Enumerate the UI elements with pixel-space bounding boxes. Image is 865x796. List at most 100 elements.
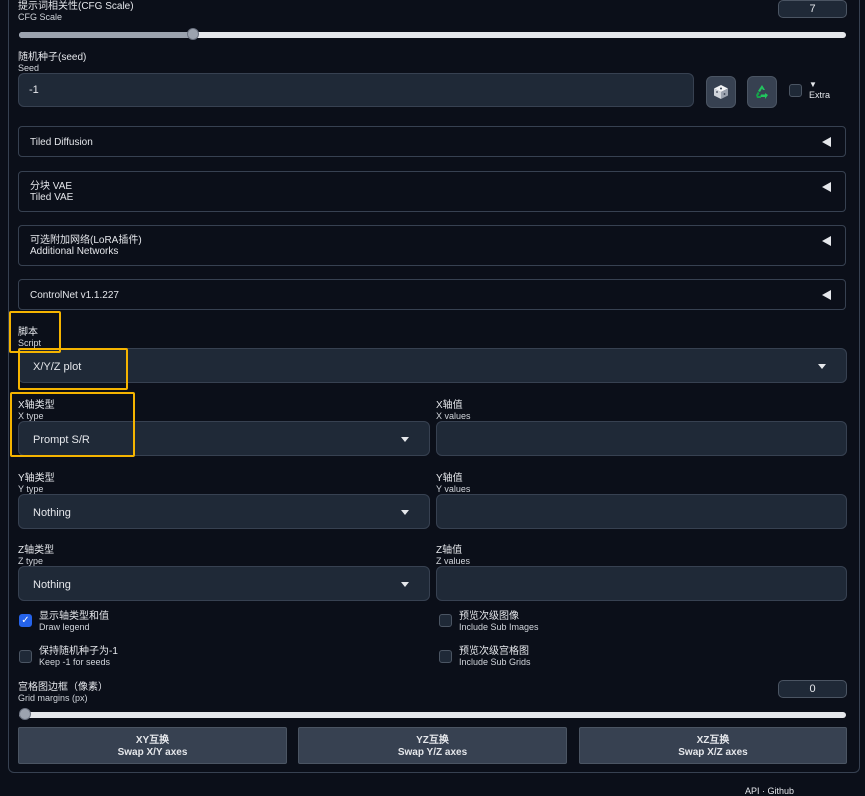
- z-values-label-zh: Z轴值: [436, 545, 463, 556]
- addnet-en: Additional Networks: [30, 246, 119, 257]
- grid-margins-label: 宫格图边框（像素） Grid margins (px): [18, 682, 108, 704]
- y-values-input[interactable]: [436, 494, 847, 529]
- draw-legend-zh: 显示轴类型和值: [39, 611, 109, 622]
- z-type-label-zh: Z轴类型: [18, 545, 55, 556]
- grid-margins-number[interactable]: 0: [778, 680, 847, 698]
- cfg-scale-number[interactable]: 7: [778, 0, 847, 18]
- include-sub-grids-zh: 预览次级宫格图: [459, 646, 529, 657]
- y-type-value: Nothing: [33, 507, 71, 519]
- grid-margins-label-zh: 宫格图边框（像素）: [18, 682, 108, 693]
- addnet-zh: 可选附加网络(LoRA插件): [30, 235, 142, 246]
- accordion-controlnet[interactable]: ControlNet v1.1.227: [18, 279, 846, 310]
- include-sub-images-en: Include Sub Images: [459, 622, 539, 632]
- script-label-zh: 脚本: [18, 327, 38, 338]
- include-sub-grids-en: Include Sub Grids: [459, 657, 531, 667]
- y-values-label: Y轴值 Y values: [436, 473, 471, 495]
- extra-seed-checkbox[interactable]: [789, 84, 802, 97]
- x-type-label: X轴类型 X type: [18, 400, 55, 422]
- keep-seeds-zh: 保持随机种子为-1: [39, 646, 118, 657]
- z-values-input[interactable]: [436, 566, 847, 601]
- draw-legend-label: 显示轴类型和值 Draw legend: [39, 611, 109, 633]
- collapse-arrow-icon: [822, 137, 831, 147]
- script-dropdown[interactable]: X/Y/Z plot: [18, 348, 847, 383]
- x-type-label-en: X type: [18, 411, 44, 421]
- y-type-label-en: Y type: [18, 484, 44, 494]
- y-type-label: Y轴类型 Y type: [18, 473, 55, 495]
- x-values-input[interactable]: [436, 421, 847, 456]
- y-type-label-zh: Y轴类型: [18, 473, 55, 484]
- draw-legend-checkbox[interactable]: ✓: [19, 614, 32, 627]
- z-type-value: Nothing: [33, 579, 71, 591]
- include-sub-images-zh: 预览次级图像: [459, 611, 519, 622]
- grid-margins-label-en: Grid margins (px): [18, 693, 88, 703]
- accordion-addnet-title: 可选附加网络(LoRA插件) Additional Networks: [30, 235, 142, 257]
- z-values-label-en: Z values: [436, 556, 471, 566]
- caret-down-icon: ▼: [809, 80, 817, 89]
- accordion-tiled-vae[interactable]: 分块 VAE Tiled VAE: [18, 171, 846, 212]
- keep-seeds-checkbox[interactable]: [19, 650, 32, 663]
- accordion-controlnet-title: ControlNet v1.1.227: [30, 290, 119, 301]
- script-label: 脚本 Script: [18, 327, 42, 349]
- x-values-label-zh: X轴值: [436, 400, 463, 411]
- accordion-tiled-vae-title: 分块 VAE Tiled VAE: [30, 181, 73, 203]
- y-type-dropdown[interactable]: Nothing: [18, 494, 430, 529]
- accordion-additional-networks[interactable]: 可选附加网络(LoRA插件) Additional Networks: [18, 225, 846, 266]
- include-sub-grids-checkbox[interactable]: [439, 650, 452, 663]
- dice-icon: [714, 85, 728, 99]
- seed-label-en: Seed: [18, 63, 40, 73]
- grid-margins-slider[interactable]: [19, 708, 846, 720]
- cfg-scale-label-zh: 提示词相关性(CFG Scale): [18, 1, 134, 12]
- random-seed-button[interactable]: [706, 76, 736, 108]
- cfg-slider-thumb[interactable]: [187, 28, 199, 40]
- x-values-label: X轴值 X values: [436, 400, 471, 422]
- z-type-label: Z轴类型 Z type: [18, 545, 55, 567]
- swap-xz-button[interactable]: XZ互换 Swap X/Z axes: [579, 727, 847, 764]
- grid-margins-slider-thumb[interactable]: [19, 708, 31, 720]
- swap-xy-en: Swap X/Y axes: [117, 747, 188, 758]
- collapse-arrow-icon: [822, 236, 831, 246]
- collapse-arrow-icon: [822, 290, 831, 300]
- swap-yz-button[interactable]: YZ互换 Swap Y/Z axes: [298, 727, 567, 764]
- seed-label: 随机种子(seed) Seed: [18, 52, 87, 74]
- z-type-label-en: Z type: [18, 556, 44, 566]
- y-values-label-en: Y values: [436, 484, 471, 494]
- include-sub-grids-label: 预览次级宫格图 Include Sub Grids: [459, 646, 531, 668]
- cfg-slider-fill: [19, 32, 194, 38]
- accordion-tiled-diffusion-title: Tiled Diffusion: [30, 137, 93, 148]
- footer-links[interactable]: API · Github: [745, 786, 794, 796]
- collapse-arrow-icon: [822, 182, 831, 192]
- cfg-scale-label: 提示词相关性(CFG Scale) CFG Scale: [18, 1, 134, 23]
- chevron-down-icon: [401, 437, 409, 442]
- script-label-en: Script: [18, 338, 42, 348]
- tiled-vae-en: Tiled VAE: [30, 192, 74, 203]
- cfg-scale-slider[interactable]: [19, 28, 846, 40]
- seed-label-zh: 随机种子(seed): [18, 52, 87, 63]
- script-dropdown-value: X/Y/Z plot: [33, 361, 82, 373]
- swap-xy-zh: XY互换: [135, 735, 170, 746]
- swap-xz-en: Swap X/Z axes: [678, 747, 748, 758]
- x-type-dropdown[interactable]: Prompt S/R: [18, 421, 430, 456]
- x-type-value: Prompt S/R: [33, 434, 90, 446]
- include-sub-images-checkbox[interactable]: [439, 614, 452, 627]
- recycle-icon: [756, 85, 768, 99]
- extra-label: Extra: [809, 90, 831, 100]
- checkmark-icon: ✓: [21, 615, 30, 626]
- swap-yz-en: Swap Y/Z axes: [397, 747, 468, 758]
- accordion-tiled-diffusion[interactable]: Tiled Diffusion: [18, 126, 846, 157]
- keep-seeds-label: 保持随机种子为-1 Keep -1 for seeds: [39, 646, 118, 668]
- cfg-scale-label-en: CFG Scale: [18, 12, 63, 22]
- chevron-down-icon: [401, 582, 409, 587]
- y-values-label-zh: Y轴值: [436, 473, 463, 484]
- swap-xy-button[interactable]: XY互换 Swap X/Y axes: [18, 727, 287, 764]
- reuse-seed-button[interactable]: [747, 76, 777, 108]
- swap-yz-zh: YZ互换: [416, 735, 449, 746]
- extra-seed-toggle[interactable]: ▼ Extra: [809, 80, 830, 100]
- tiled-vae-zh: 分块 VAE: [30, 181, 73, 192]
- x-type-label-zh: X轴类型: [18, 400, 55, 411]
- include-sub-images-label: 预览次级图像 Include Sub Images: [459, 611, 539, 633]
- chevron-down-icon: [818, 364, 826, 369]
- seed-input[interactable]: -1: [18, 73, 694, 107]
- z-type-dropdown[interactable]: Nothing: [18, 566, 430, 601]
- z-values-label: Z轴值 Z values: [436, 545, 471, 567]
- chevron-down-icon: [401, 510, 409, 515]
